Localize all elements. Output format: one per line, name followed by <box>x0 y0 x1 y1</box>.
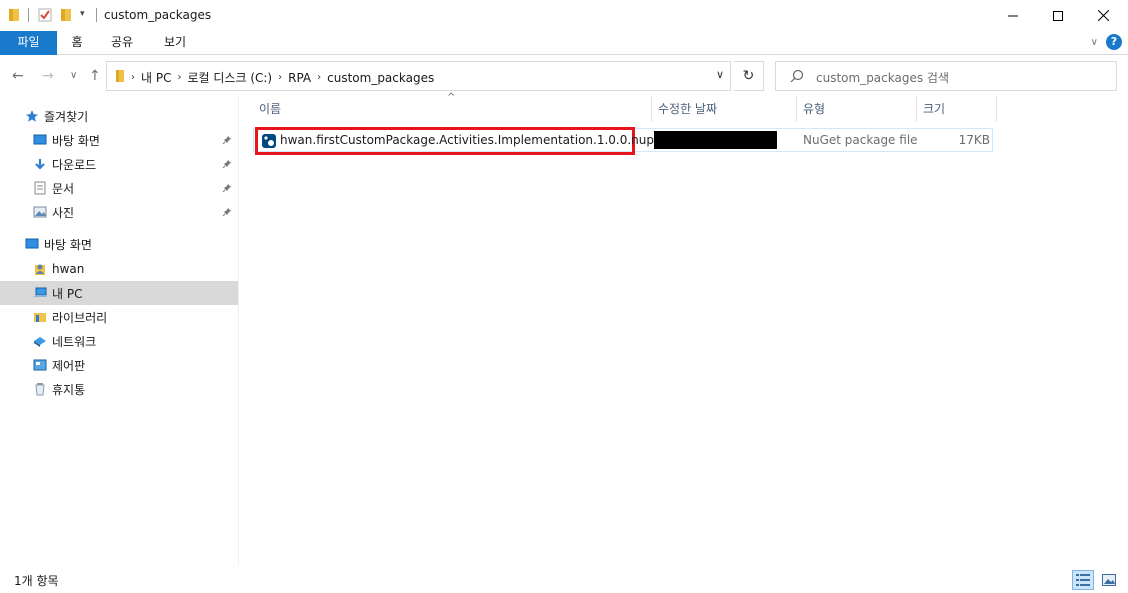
search-input[interactable]: custom_packages 검색 <box>775 61 1117 91</box>
status-item-count: 1개 항목 <box>14 574 59 588</box>
recent-locations-icon[interactable]: ∨ <box>70 70 77 81</box>
close-button[interactable] <box>1080 0 1126 31</box>
tab-home[interactable]: 홈 <box>62 31 92 55</box>
sidebar-item-label: 문서 <box>52 181 75 196</box>
navigation-pane: 즐겨찾기 바탕 화면 다운로드 문서 사진 바탕 화면 hwan 내 PC 라이… <box>0 96 239 566</box>
column-header-type[interactable]: 유형 <box>797 96 917 122</box>
chevron-down-icon[interactable]: ∨ <box>716 68 724 81</box>
sidebar-item-label: hwan <box>52 262 85 276</box>
maximize-button[interactable] <box>1035 0 1081 31</box>
recycle-bin-icon <box>32 381 48 397</box>
sidebar-item-libraries[interactable]: 라이브러리 <box>0 305 238 329</box>
chevron-right-icon[interactable]: › <box>317 72 321 83</box>
breadcrumb-item[interactable]: RPA <box>288 71 311 85</box>
sidebar-item-label: 라이브러리 <box>52 310 108 325</box>
navigation-bar: ← → ∨ ↑ › 내 PC › 로컬 디스크 (C:) › RPA › cus… <box>0 56 1128 96</box>
sidebar-item-recycle-bin[interactable]: 휴지통 <box>0 377 238 401</box>
tab-share[interactable]: 공유 <box>104 31 140 55</box>
chevron-right-icon[interactable]: › <box>131 72 135 83</box>
refresh-icon: ↻ <box>742 68 755 84</box>
sidebar-item-label: 즐겨찾기 <box>44 109 89 124</box>
folder-icon <box>115 69 125 86</box>
quick-access-dropdown-icon[interactable]: ▾ <box>80 9 85 19</box>
column-header-name[interactable]: 이름 <box>253 96 652 122</box>
pictures-icon <box>32 204 48 220</box>
pin-icon[interactable] <box>222 134 232 148</box>
pin-icon[interactable] <box>222 158 232 172</box>
computer-icon <box>32 285 48 301</box>
sidebar-item-pictures[interactable]: 사진 <box>0 200 238 224</box>
network-icon <box>32 333 48 349</box>
breadcrumb-item[interactable]: custom_packages <box>327 71 434 85</box>
search-placeholder: custom_packages 검색 <box>816 71 949 85</box>
title-bar: ▾ custom_packages <box>0 0 1128 31</box>
sidebar-item-this-pc[interactable]: 내 PC <box>0 281 238 305</box>
large-icons-view-icon <box>1102 574 1116 586</box>
sidebar-item-label: 휴지통 <box>52 382 86 397</box>
back-arrow-icon[interactable]: ← <box>12 68 24 84</box>
nuget-package-icon <box>262 134 276 151</box>
details-view-icon <box>1076 574 1090 586</box>
file-size: 17KB <box>958 133 990 147</box>
minimize-button[interactable] <box>990 0 1036 31</box>
new-folder-icon[interactable] <box>60 8 72 25</box>
tab-file[interactable]: 파일 <box>0 31 57 55</box>
address-bar[interactable]: › 내 PC › 로컬 디스크 (C:) › RPA › custom_pack… <box>106 61 731 91</box>
redacted-date <box>654 131 777 149</box>
details-view-button[interactable] <box>1072 570 1094 590</box>
chevron-right-icon[interactable]: › <box>278 72 282 83</box>
column-header-modified[interactable]: 수정한 날짜 <box>652 96 797 122</box>
column-header-size[interactable]: 크기 <box>917 96 997 122</box>
sidebar-item-desktop-root[interactable]: 바탕 화면 <box>0 232 238 256</box>
forward-arrow-icon[interactable]: → <box>42 68 54 84</box>
sidebar-item-label: 네트워크 <box>52 334 97 349</box>
pin-icon[interactable] <box>222 182 232 196</box>
sidebar-item-network[interactable]: 네트워크 <box>0 329 238 353</box>
breadcrumb-item[interactable]: 로컬 디스크 (C:) <box>187 69 272 86</box>
sidebar-item-quick-access[interactable]: 즐겨찾기 <box>0 104 238 128</box>
sidebar-item-control-panel[interactable]: 제어판 <box>0 353 238 377</box>
divider <box>28 8 29 22</box>
properties-icon[interactable] <box>38 8 52 25</box>
expand-ribbon-icon[interactable]: ∨ <box>1091 37 1098 48</box>
sidebar-item-desktop[interactable]: 바탕 화면 <box>0 128 238 152</box>
maximize-icon <box>1053 10 1063 21</box>
breadcrumb-item[interactable]: 내 PC <box>141 69 171 86</box>
large-icons-view-button[interactable] <box>1098 570 1120 590</box>
desktop-icon <box>32 132 48 148</box>
sidebar-item-label: 내 PC <box>52 286 83 301</box>
ribbon: 파일 홈 공유 보기 ∨ ? <box>0 31 1128 55</box>
minimize-icon <box>1008 15 1018 16</box>
sidebar-item-label: 바탕 화면 <box>44 237 92 252</box>
divider <box>96 8 97 22</box>
sidebar-item-downloads[interactable]: 다운로드 <box>0 152 238 176</box>
help-button[interactable]: ? <box>1106 34 1122 50</box>
tab-view[interactable]: 보기 <box>157 31 193 55</box>
download-icon <box>32 156 48 172</box>
sidebar-item-hwan[interactable]: hwan <box>0 257 238 281</box>
star-icon <box>24 108 40 124</box>
refresh-button[interactable]: ↻ <box>734 61 764 91</box>
sidebar-item-documents[interactable]: 문서 <box>0 176 238 200</box>
close-icon <box>1097 10 1109 21</box>
window-title: custom_packages <box>104 8 212 22</box>
up-arrow-icon[interactable]: ↑ <box>89 68 101 84</box>
sidebar-item-label: 바탕 화면 <box>52 133 100 148</box>
view-switcher <box>1072 570 1120 590</box>
pin-icon[interactable] <box>222 206 232 220</box>
chevron-right-icon[interactable]: › <box>177 72 181 83</box>
library-icon <box>32 309 48 325</box>
sidebar-item-label: 제어판 <box>52 358 86 373</box>
document-icon <box>32 180 48 196</box>
sidebar-item-label: 사진 <box>52 205 75 220</box>
user-folder-icon <box>32 261 48 277</box>
folder-icon <box>8 8 20 25</box>
file-name[interactable]: hwan.firstCustomPackage.Activities.Imple… <box>280 133 669 147</box>
sidebar-item-label: 다운로드 <box>52 157 97 172</box>
file-type: NuGet package file <box>803 133 918 147</box>
search-icon <box>790 69 804 86</box>
control-panel-icon <box>32 357 48 373</box>
desktop-icon <box>24 236 40 252</box>
